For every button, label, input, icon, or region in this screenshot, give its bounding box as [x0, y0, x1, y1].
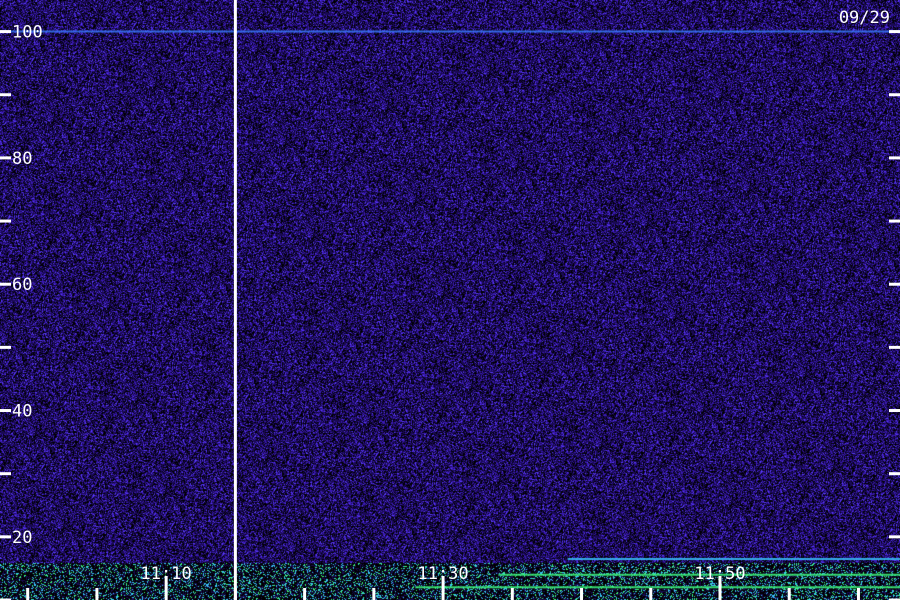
x-tick-label: 11:50	[694, 564, 745, 584]
x-tick-label: 11:10	[141, 564, 192, 584]
y-tick-label: 40	[12, 402, 32, 422]
y-tick: 40	[0, 402, 900, 422]
x-axis-ticks: 11:10 11:30 11:50	[26, 564, 860, 600]
y-tick-label: 100	[12, 23, 43, 43]
y-tick: 60	[0, 275, 900, 295]
y-tick: 100	[0, 23, 900, 43]
x-tick-label: 11:30	[417, 564, 468, 584]
y-tick-label: 80	[12, 149, 32, 169]
chart-overlay: 100 80 60 40 20 11:10 11:30 11:50 09/29	[0, 0, 900, 600]
y-tick: 80	[0, 149, 900, 169]
y-axis-ticks: 100 80 60 40 20	[0, 23, 900, 600]
y-tick: 20	[0, 528, 900, 548]
y-tick-label: 60	[12, 275, 32, 295]
date-label: 09/29	[839, 8, 890, 28]
y-tick-label: 20	[12, 528, 32, 548]
